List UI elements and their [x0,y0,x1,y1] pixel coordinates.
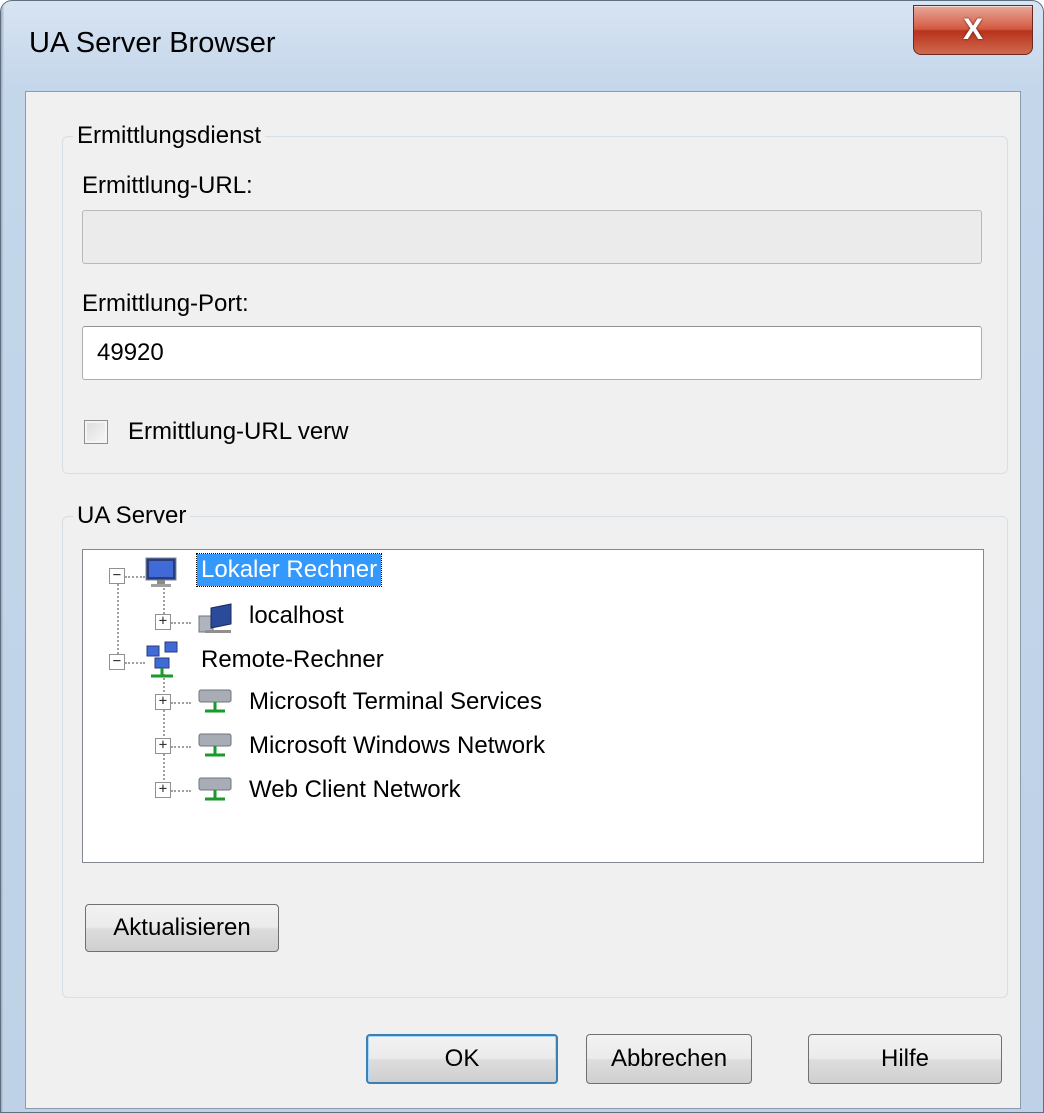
network-computer-icon [198,603,232,633]
tree-connector [163,674,165,792]
dialog-client-area: Ermittlungsdienst Ermittlung-URL: Ermitt… [25,91,1021,1109]
dialog-window: UA Server Browser X Ermittlungsdienst Er… [0,0,1044,1113]
discovery-port-field[interactable]: 49920 [82,326,982,380]
window-title: UA Server Browser [29,27,276,59]
tree-node-local-computer[interactable]: Lokaler Rechner [195,553,383,587]
tree-connector [117,584,119,662]
discovery-port-label: Ermittlung-Port: [82,290,249,317]
server-tree[interactable]: − Lokaler Rechner + localhost − Remote-R… [82,549,984,863]
use-url-checkbox-row[interactable]: Ermittlung-URL verw [84,418,349,446]
network-provider-icon [198,777,232,801]
ua-server-group-legend: UA Server [77,502,187,529]
close-icon: X [962,13,983,46]
tree-connector [171,746,191,748]
tree-node-remote-child[interactable]: Microsoft Terminal Services [245,686,546,718]
tree-node-remote-child[interactable]: Microsoft Windows Network [245,730,549,762]
expand-localhost-toggle[interactable]: + [155,614,171,630]
ok-button[interactable]: OK [366,1034,558,1084]
use-url-checkbox[interactable] [84,420,108,444]
close-button[interactable]: X [913,5,1033,55]
tree-connector [171,622,191,624]
local-computer-icon [145,557,177,587]
tree-connector [171,790,191,792]
expand-terminal-services-toggle[interactable]: + [155,694,171,710]
tree-node-remote-child[interactable]: Web Client Network [245,774,465,806]
network-provider-icon [198,689,232,713]
discovery-group-legend: Ermittlungsdienst [77,122,262,149]
window-frame-edge [1,1,4,1112]
refresh-button[interactable]: Aktualisieren [85,904,279,952]
tree-node-remote-computer[interactable]: Remote-Rechner [197,644,388,676]
network-provider-icon [198,733,232,757]
tree-connector [171,702,191,704]
collapse-local-toggle[interactable]: − [109,568,125,584]
tree-connector [125,576,145,578]
collapse-remote-toggle[interactable]: − [109,654,125,670]
expand-web-client-toggle[interactable]: + [155,782,171,798]
discovery-url-label: Ermittlung-URL: [82,172,253,199]
expand-windows-network-toggle[interactable]: + [155,738,171,754]
help-button[interactable]: Hilfe [808,1034,1002,1084]
tree-connector [125,662,145,664]
use-url-checkbox-label: Ermittlung-URL verw [128,418,349,445]
tree-node-localhost[interactable]: localhost [245,600,348,632]
cancel-button[interactable]: Abbrechen [586,1034,752,1084]
discovery-url-field[interactable] [82,210,982,264]
remote-network-icon [146,641,178,678]
